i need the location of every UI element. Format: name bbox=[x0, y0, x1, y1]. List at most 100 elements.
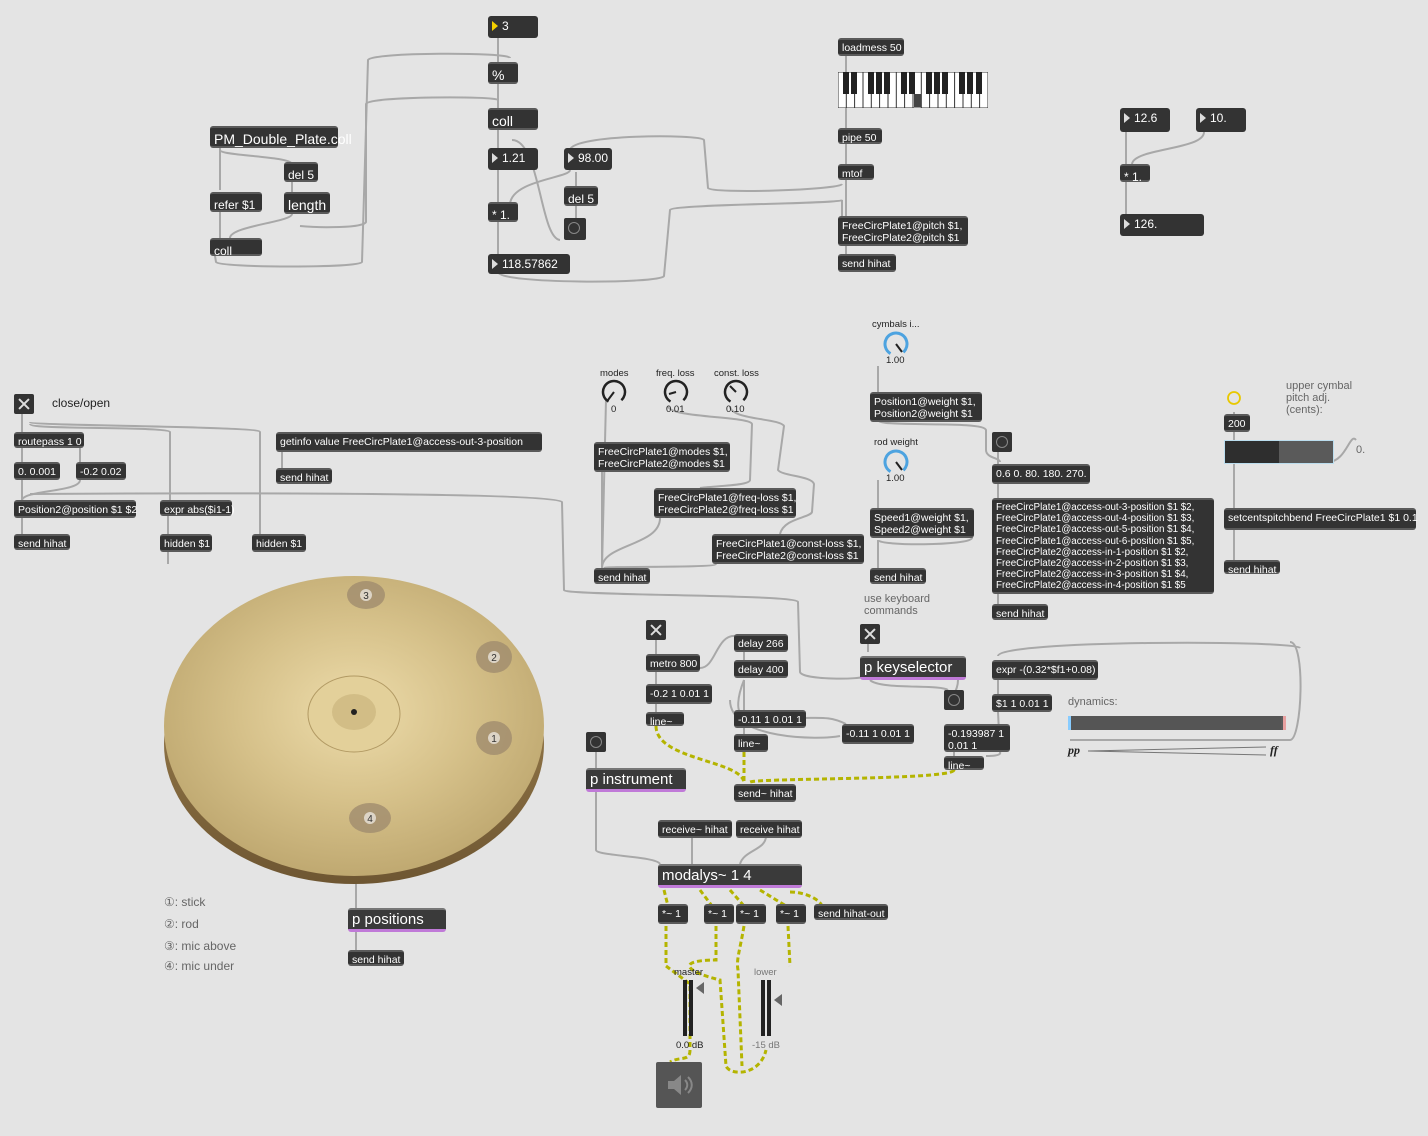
pitch-slider[interactable] bbox=[1224, 440, 1334, 464]
line-signal-c[interactable]: line~ bbox=[944, 756, 984, 772]
position-weight-message[interactable]: Position1@weight $1, Position2@weight $1 bbox=[870, 392, 982, 422]
coll-bottom-object[interactable]: coll bbox=[210, 238, 262, 258]
bang-button-keyselector[interactable] bbox=[944, 690, 964, 710]
piano-keyboard[interactable] bbox=[837, 71, 989, 109]
gain-object-1[interactable]: *~ 1 bbox=[658, 904, 688, 924]
modes-message[interactable]: FreeCircPlate1@modes $1, FreeCircPlate2@… bbox=[594, 442, 730, 472]
send-hihat-pitch-adj[interactable]: send hihat bbox=[1224, 560, 1280, 576]
legend-mic-under: ④: mic under bbox=[164, 959, 235, 973]
send-hihat-pitch[interactable]: send hihat bbox=[838, 254, 896, 272]
pipe-object[interactable]: pipe 50 bbox=[838, 128, 882, 144]
bang-button-top[interactable] bbox=[564, 218, 586, 240]
cymbal-mark-1[interactable]: 1 bbox=[474, 720, 514, 756]
access-positions-message[interactable]: FreeCircPlate1@access-out-3-position $1 … bbox=[992, 498, 1214, 594]
del-5-object-a[interactable]: del 5 bbox=[284, 162, 318, 182]
gain-object-3[interactable]: *~ 1 bbox=[736, 904, 766, 924]
access-list-message[interactable]: 0.6 0. 80. 180. 270. bbox=[992, 464, 1090, 484]
modulo-input[interactable]: 3 bbox=[488, 16, 538, 38]
rod-weight-dial[interactable] bbox=[882, 448, 910, 476]
receive-signal-hihat[interactable]: receive~ hihat bbox=[658, 820, 732, 838]
message-dynamic-ramp[interactable]: -0.193987 1 0.01 1 bbox=[944, 724, 1010, 752]
length-object[interactable]: length bbox=[284, 192, 330, 214]
gain-object-2[interactable]: *~ 1 bbox=[704, 904, 734, 924]
dac-speaker-button[interactable] bbox=[656, 1062, 702, 1108]
pitch-value-box[interactable]: 200 bbox=[1224, 414, 1250, 432]
message-neg0-2-ramp[interactable]: -0.2 1 0.01 1 bbox=[646, 684, 712, 704]
bang-button-access[interactable] bbox=[992, 432, 1012, 452]
position-message[interactable]: Position2@position $1 $2 bbox=[14, 500, 137, 518]
cymbal-mark-2-number: 2 bbox=[491, 653, 497, 664]
speed-weight-message[interactable]: Speed1@weight $1, Speed2@weight $1 bbox=[870, 508, 974, 538]
send-hihat-params[interactable]: send hihat bbox=[594, 568, 650, 584]
number-10[interactable]: 10. bbox=[1196, 108, 1246, 132]
delay-400-object[interactable]: delay 400 bbox=[734, 660, 788, 678]
lower-slider-handle-icon[interactable] bbox=[774, 994, 784, 1006]
dynamics-ramp-message[interactable]: $1 1 0.01 1 bbox=[992, 694, 1052, 712]
close-open-toggle[interactable] bbox=[14, 394, 34, 414]
metro-toggle[interactable] bbox=[646, 620, 666, 640]
multiply-object-right[interactable]: * 1. bbox=[1120, 164, 1150, 184]
keyselector-toggle[interactable] bbox=[860, 624, 880, 644]
metro-object[interactable]: metro 800 bbox=[646, 654, 700, 672]
routepass-object[interactable]: routepass 1 0 bbox=[14, 432, 84, 448]
mtof-object[interactable]: mtof bbox=[838, 164, 874, 180]
keyselector-subpatch[interactable]: p keyselector bbox=[860, 656, 966, 680]
cymbal-mark-3[interactable]: 3 bbox=[346, 580, 386, 610]
expr-dynamics-object[interactable]: expr -(0.32*$f1+0.08) bbox=[992, 660, 1098, 680]
send-hihat-weights[interactable]: send hihat bbox=[870, 568, 926, 584]
instrument-subpatch[interactable]: p instrument bbox=[586, 768, 686, 792]
send-hihat-access[interactable]: send hihat bbox=[992, 604, 1048, 620]
modalys-object[interactable]: modalys~ 1 4 bbox=[658, 864, 802, 888]
del-5-object-b[interactable]: del 5 bbox=[564, 186, 598, 206]
pitch-message[interactable]: FreeCircPlate1@pitch $1, FreeCircPlate2@… bbox=[838, 216, 968, 246]
number-1-21[interactable]: 1.21 bbox=[488, 148, 538, 170]
message-0-0001[interactable]: 0. 0.001 bbox=[14, 462, 60, 480]
send-signal-hihat[interactable]: send~ hihat bbox=[734, 784, 796, 802]
setcentspitchbend-message[interactable]: setcentspitchbend FreeCircPlate1 $1 0.1 bbox=[1224, 508, 1418, 530]
message-neg0-11-ramp-b[interactable]: -0.11 1 0.01 1 bbox=[842, 724, 914, 744]
cymbals-weight-dial[interactable] bbox=[882, 330, 910, 358]
number-126[interactable]: 126. bbox=[1120, 214, 1204, 236]
coll-file-object[interactable]: PM_Double_Plate.coll bbox=[210, 126, 352, 148]
number-98[interactable]: 98.00 bbox=[564, 148, 612, 170]
message-neg0-11-ramp-a[interactable]: -0.11 1 0.01 1 bbox=[734, 710, 806, 728]
loadmess-object[interactable]: loadmess 50 bbox=[838, 38, 904, 56]
pianissimo-label: pp bbox=[1068, 743, 1080, 757]
message-neg0-2-0-02[interactable]: -0.2 0.02 bbox=[76, 462, 126, 480]
gain-object-4[interactable]: *~ 1 bbox=[776, 904, 806, 924]
freq-loss-dial[interactable] bbox=[662, 378, 690, 406]
line-signal-a[interactable]: line~ bbox=[646, 712, 684, 728]
cymbal-mark-4[interactable]: 4 bbox=[348, 802, 392, 834]
result-number[interactable]: 118.57862 bbox=[488, 254, 570, 274]
multiply-object[interactable]: * 1. bbox=[488, 202, 518, 222]
pitch-bang-indicator[interactable] bbox=[1226, 390, 1242, 406]
hidden-message-a[interactable]: hidden $1 bbox=[160, 534, 212, 552]
hidden-message-b[interactable]: hidden $1 bbox=[252, 534, 306, 552]
send-hihat-position[interactable]: send hihat bbox=[14, 534, 70, 550]
send-hihat-out[interactable]: send hihat-out bbox=[814, 904, 888, 920]
send-hihat-positions[interactable]: send hihat bbox=[348, 950, 404, 966]
keyboard-keys[interactable] bbox=[837, 71, 989, 109]
const-loss-message[interactable]: FreeCircPlate1@const-loss $1, FreeCircPl… bbox=[712, 534, 864, 564]
master-slider-handle-icon[interactable] bbox=[696, 982, 706, 994]
delay-266-object[interactable]: delay 266 bbox=[734, 634, 788, 652]
receive-hihat[interactable]: receive hihat bbox=[736, 820, 802, 838]
lower-gain-slider[interactable] bbox=[760, 980, 782, 1036]
expr-abs-object[interactable]: expr abs($i1-1) bbox=[160, 500, 235, 516]
freq-loss-message[interactable]: FreeCircPlate1@freq-loss $1, FreeCircPla… bbox=[654, 488, 796, 518]
coll-top-object[interactable]: coll bbox=[488, 108, 538, 130]
bang-button-instrument[interactable] bbox=[586, 732, 606, 752]
cymbal-mark-2[interactable]: 2 bbox=[474, 640, 514, 674]
send-hihat-getinfo[interactable]: send hihat bbox=[276, 468, 332, 484]
positions-subpatch[interactable]: p positions bbox=[348, 908, 446, 932]
modulo-object[interactable]: % bbox=[488, 62, 518, 84]
const-loss-dial[interactable] bbox=[722, 378, 750, 406]
modes-dial[interactable] bbox=[600, 378, 628, 406]
refer-object[interactable]: refer $1 bbox=[210, 192, 262, 212]
line-signal-b[interactable]: line~ bbox=[734, 734, 768, 752]
number-12-6[interactable]: 12.6 bbox=[1120, 108, 1170, 132]
master-gain-slider[interactable] bbox=[682, 980, 704, 1036]
cymbal-mark-4-number: 4 bbox=[367, 814, 373, 825]
dynamics-slider[interactable] bbox=[1068, 716, 1286, 730]
getinfo-message[interactable]: getinfo value FreeCircPlate1@access-out-… bbox=[276, 432, 542, 452]
